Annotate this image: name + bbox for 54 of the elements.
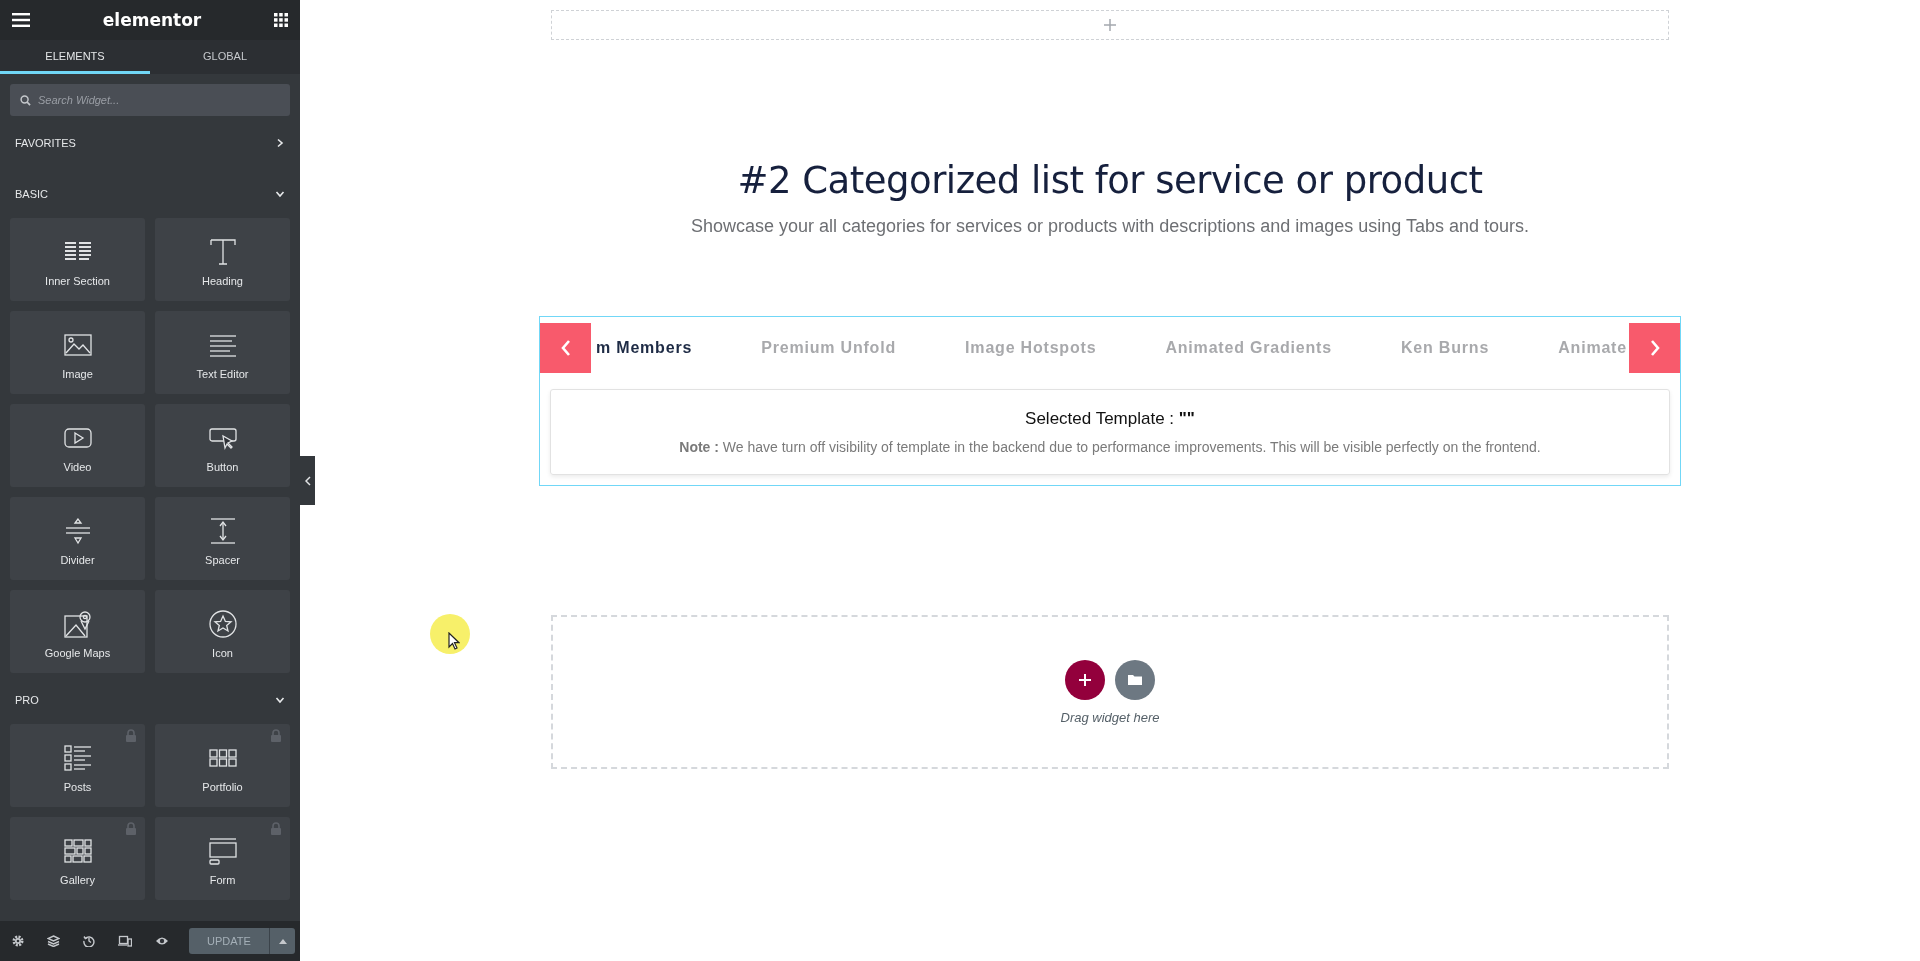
form-icon — [207, 835, 238, 866]
preview-eye-icon[interactable] — [155, 936, 169, 946]
widget-tile[interactable]: Form — [155, 817, 290, 900]
widget-tile[interactable]: Heading — [155, 218, 290, 301]
drop-hint: Drag widget here — [1060, 709, 1160, 725]
panel-tab[interactable]: GLOBAL — [150, 40, 300, 74]
heading-icon — [207, 236, 238, 267]
save-options-button[interactable] — [269, 928, 295, 954]
chevron-left-icon — [559, 339, 572, 357]
apps-grid-icon[interactable] — [274, 13, 288, 27]
category-tab[interactable]: m Members — [596, 339, 693, 357]
chevron-icon — [275, 189, 285, 199]
folder-icon — [1128, 674, 1142, 685]
cursor-highlight — [430, 614, 470, 654]
chevron-icon — [275, 695, 285, 705]
category-header[interactable]: PRO — [0, 676, 300, 724]
history-icon[interactable] — [83, 935, 95, 947]
section-heading: #2 Categorized list for service or product — [737, 158, 1483, 204]
widget-tile[interactable]: Image — [10, 311, 145, 394]
template-library-button[interactable] — [1115, 659, 1155, 700]
pointer-icon — [448, 632, 460, 650]
widget-tile[interactable]: Portfolio — [155, 724, 290, 807]
responsive-icon[interactable] — [118, 935, 132, 947]
widget-tile[interactable]: Google Maps — [10, 590, 145, 673]
plus-icon — [1079, 673, 1091, 686]
posts-icon — [62, 742, 93, 773]
widget-tile[interactable]: Posts — [10, 724, 145, 807]
search-field[interactable]: Search Widget... — [10, 84, 290, 116]
widget-tile[interactable]: Video — [10, 404, 145, 487]
map-icon — [62, 608, 93, 639]
widget-tile[interactable]: Inner Section — [10, 218, 145, 301]
chevron-right-icon — [1648, 339, 1661, 357]
menu-icon[interactable] — [12, 13, 30, 27]
selected-template-label: Selected Template : "" — [1025, 409, 1195, 429]
widget-tile[interactable]: Text Editor — [155, 311, 290, 394]
settings-icon[interactable] — [12, 935, 24, 947]
layers-icon[interactable] — [47, 935, 60, 947]
caret-up-icon — [278, 938, 287, 944]
widget-tile[interactable]: Gallery — [10, 817, 145, 900]
add-button[interactable] — [1065, 659, 1105, 700]
widget-tile[interactable]: Spacer — [155, 497, 290, 580]
widget-tile[interactable]: Button — [155, 404, 290, 487]
widget-tile[interactable]: Icon — [155, 590, 290, 673]
chevron-icon — [275, 138, 285, 148]
plus-icon — [1104, 19, 1116, 31]
note-text: Note : We have turn off visibility of template in the backend due to performance improvements. This will be visible perfectly on the frontend. — [679, 439, 1541, 455]
widget-tile[interactable]: Divider — [10, 497, 145, 580]
brand-logo: elementor — [102, 10, 202, 30]
section-subheading: Showcase your all categories for services or products with descriptions and images using Tabs and tours. — [690, 216, 1530, 237]
chevron-left-icon — [304, 475, 311, 486]
collapse-panel-button[interactable] — [300, 456, 315, 505]
category-header[interactable]: BASIC — [0, 170, 300, 218]
panel-tab[interactable]: ELEMENTS — [0, 40, 150, 74]
category-header[interactable]: FAVORITES — [0, 119, 300, 167]
